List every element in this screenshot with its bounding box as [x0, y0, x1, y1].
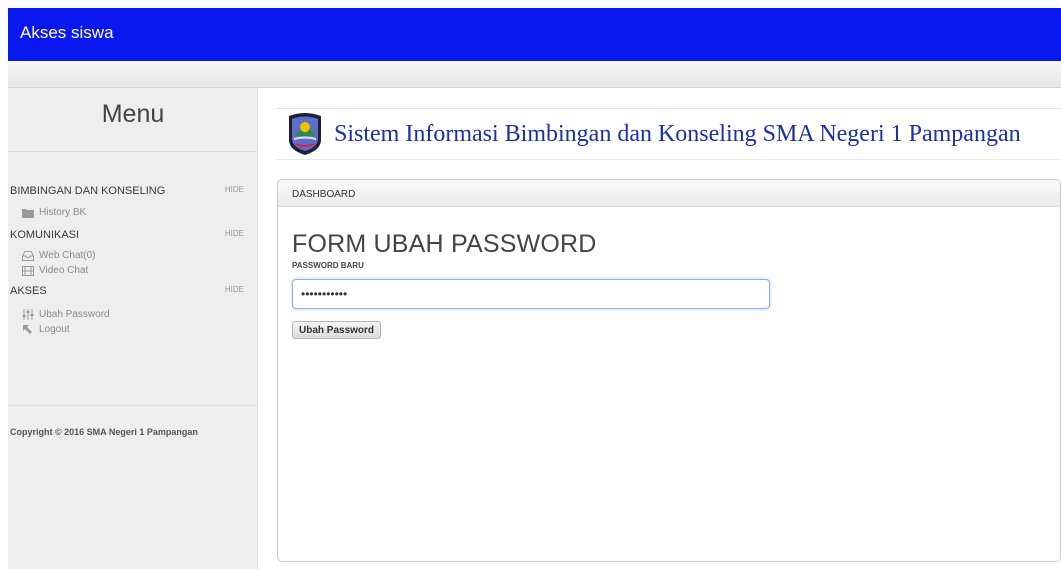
top-bar: Akses siswa	[8, 8, 1061, 61]
sliders-icon	[22, 309, 35, 320]
sidebar-item-label: Web Chat(0)	[39, 250, 96, 261]
site-banner: Sistem Informasi Bimbingan dan Konseling…	[277, 108, 1061, 160]
sidebar-item-label: Video Chat	[39, 265, 89, 276]
site-title: Sistem Informasi Bimbingan dan Konseling…	[334, 121, 1021, 147]
sidebar-item-label: History BK	[39, 207, 87, 218]
copyright: Copyright © 2016 SMA Negeri 1 Pampangan	[10, 427, 198, 437]
hide-link[interactable]: HIDE	[225, 229, 244, 238]
hide-link[interactable]: HIDE	[225, 285, 244, 294]
hide-link[interactable]: HIDE	[225, 185, 244, 194]
section-title: BIMBINGAN DAN KONSELING	[10, 185, 166, 197]
sub-bar	[8, 61, 1061, 88]
sidebar-item-label: Ubah Password	[39, 309, 110, 320]
section-komunikasi: KOMUNIKASI HIDE	[10, 229, 250, 243]
sidebar-item-web-chat[interactable]: Web Chat(0)	[22, 250, 96, 262]
sidebar: Menu BIMBINGAN DAN KONSELING HIDE Histor…	[8, 88, 258, 569]
arrow-up-left-icon	[22, 324, 35, 335]
form-title: FORM UBAH PASSWORD	[292, 230, 597, 258]
film-icon	[22, 265, 35, 276]
sidebar-item-video-chat[interactable]: Video Chat	[22, 265, 88, 277]
new-password-field[interactable]	[292, 279, 770, 309]
password-label: PASSWORD BARU	[292, 261, 364, 270]
school-logo-icon	[285, 112, 325, 161]
menu-title: Menu	[101, 100, 165, 128]
inbox-icon	[22, 250, 35, 261]
sidebar-item-ubah-password[interactable]: Ubah Password	[22, 309, 110, 321]
dashboard-panel: DASHBOARD FORM UBAH PASSWORD PASSWORD BA…	[277, 179, 1061, 562]
sidebar-item-label: Logout	[39, 324, 70, 335]
sidebar-item-logout[interactable]: Logout	[22, 324, 70, 336]
divider	[8, 151, 258, 152]
panel-title: DASHBOARD	[292, 189, 356, 200]
ubah-password-button[interactable]: Ubah Password	[292, 321, 382, 339]
section-bimbingan: BIMBINGAN DAN KONSELING HIDE	[10, 185, 250, 199]
page: Akses siswa Menu BIMBINGAN DAN KONSELING…	[8, 8, 1061, 569]
sidebar-item-history-bk[interactable]: History BK	[22, 207, 86, 219]
section-title: AKSES	[10, 285, 47, 297]
folder-icon	[22, 208, 35, 218]
panel-header: DASHBOARD	[278, 180, 1060, 207]
app-title: Akses siswa	[20, 23, 114, 42]
divider	[8, 405, 258, 406]
section-title: KOMUNIKASI	[10, 229, 80, 241]
section-akses: AKSES HIDE	[10, 285, 250, 299]
